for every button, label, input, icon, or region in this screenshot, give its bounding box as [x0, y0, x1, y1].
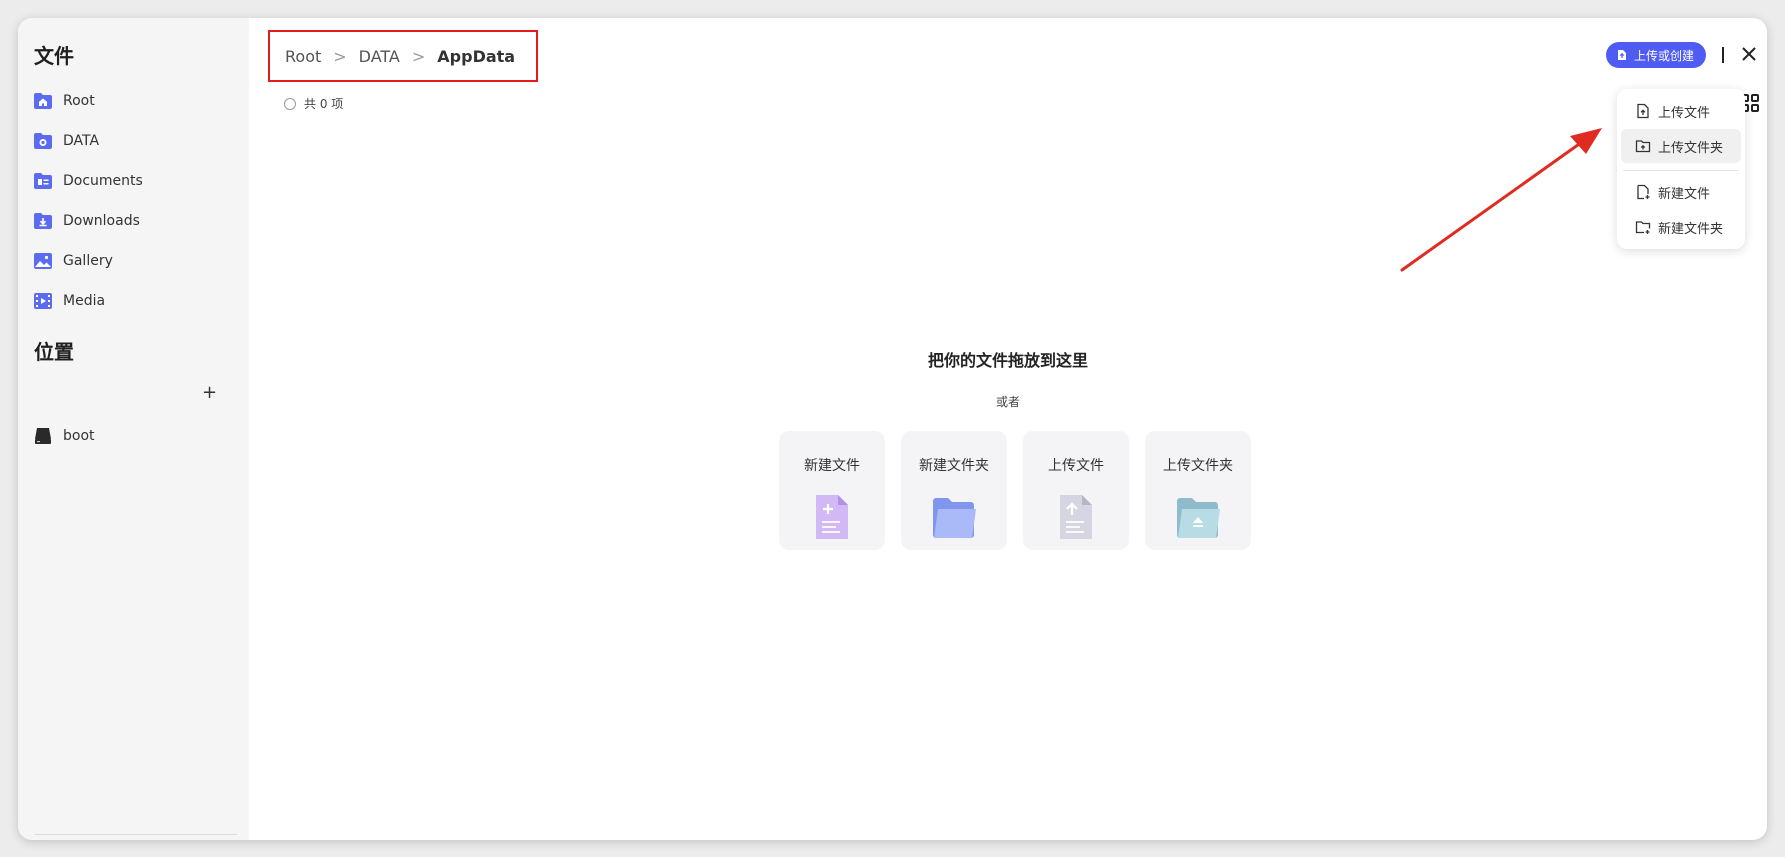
sidebar-item-label: Gallery	[63, 253, 113, 269]
upload-create-menu: 上传文件 上传文件夹 新建文件 新建文件夹	[1617, 89, 1745, 249]
menu-item-new-folder[interactable]: 新建文件夹	[1621, 210, 1741, 244]
new-file-card[interactable]: 新建文件	[779, 431, 885, 550]
drop-zone-or: 或者	[995, 395, 1020, 409]
sidebar-item-label: Downloads	[63, 213, 140, 229]
file-manager-window: 文件 Root DATA Documents Downloads Gallery…	[18, 18, 1767, 840]
empty-state-actions: 新建文件 新建文件夹 上传文件 上传文件夹	[779, 431, 1251, 550]
sidebar: 文件 Root DATA Documents Downloads Gallery…	[18, 18, 249, 840]
breadcrumb-separator: >	[411, 46, 426, 66]
home-folder-icon	[33, 92, 53, 110]
item-count: 共 0 项	[304, 97, 344, 111]
menu-item-upload-folder[interactable]: 上传文件夹	[1621, 129, 1741, 163]
sidebar-item-label: Root	[63, 93, 95, 109]
close-button[interactable]	[1739, 44, 1759, 64]
sidebar-item-gallery[interactable]: Gallery	[33, 245, 113, 277]
breadcrumb-item-appdata: AppData	[437, 46, 516, 66]
menu-item-new-file[interactable]: 新建文件	[1621, 175, 1741, 209]
data-folder-icon	[33, 132, 53, 150]
upload-icon	[1616, 49, 1628, 61]
sidebar-item-downloads[interactable]: Downloads	[33, 205, 140, 237]
new-folder-icon	[930, 493, 978, 541]
select-all-row: 共 0 项	[284, 95, 343, 112]
upload-or-create-label: 上传或创建	[1633, 48, 1694, 63]
drop-zone-title: 把你的文件拖放到这里	[927, 351, 1088, 370]
upload-file-icon	[1635, 103, 1651, 119]
upload-file-card[interactable]: 上传文件	[1023, 431, 1129, 550]
toolbar-divider	[1722, 47, 1724, 63]
downloads-folder-icon	[33, 212, 53, 230]
locations-heading: 位置	[34, 340, 74, 364]
documents-folder-icon	[33, 172, 53, 190]
sidebar-item-label: DATA	[63, 133, 100, 149]
media-icon	[33, 292, 53, 310]
menu-divider	[1623, 170, 1739, 171]
new-folder-icon	[1635, 219, 1651, 235]
sidebar-item-label: Documents	[63, 173, 143, 189]
menu-item-label: 新建文件夹	[1658, 221, 1724, 237]
card-label: 新建文件	[804, 458, 860, 474]
menu-item-label: 上传文件夹	[1658, 140, 1724, 156]
card-label: 上传文件夹	[1163, 458, 1233, 474]
breadcrumb: Root > DATA > AppData	[268, 30, 538, 82]
close-icon	[1742, 47, 1756, 61]
menu-item-upload-file[interactable]: 上传文件	[1621, 94, 1741, 128]
upload-or-create-button[interactable]: 上传或创建	[1605, 42, 1706, 68]
files-heading: 文件	[34, 44, 74, 68]
upload-folder-icon	[1174, 493, 1222, 541]
sidebar-divider	[34, 834, 237, 835]
breadcrumb-item-root[interactable]: Root	[285, 47, 321, 66]
breadcrumb-separator: >	[333, 46, 347, 66]
new-file-icon	[1635, 184, 1651, 200]
sidebar-item-root[interactable]: Root	[33, 85, 95, 117]
gallery-icon	[33, 252, 53, 270]
sidebar-item-label: Media	[63, 293, 106, 309]
upload-folder-card[interactable]: 上传文件夹	[1145, 431, 1251, 550]
upload-file-icon	[1052, 493, 1100, 541]
breadcrumb-item-data[interactable]: DATA	[359, 47, 400, 66]
upload-folder-icon	[1635, 138, 1651, 154]
sidebar-item-documents[interactable]: Documents	[33, 165, 143, 197]
add-location-button[interactable]: +	[202, 384, 217, 402]
sidebar-item-label: boot	[63, 428, 95, 444]
new-file-icon	[808, 493, 856, 541]
main-panel: Root > DATA > AppData 共 0 项 把你的文件拖放到这里 或…	[249, 18, 1767, 840]
menu-item-label: 上传文件	[1658, 105, 1711, 121]
menu-item-label: 新建文件	[1658, 186, 1711, 202]
select-all-radio[interactable]	[284, 97, 296, 110]
card-label: 新建文件夹	[919, 458, 989, 474]
sidebar-item-media[interactable]: Media	[33, 285, 105, 317]
card-label: 上传文件	[1048, 458, 1104, 474]
sidebar-item-data[interactable]: DATA	[33, 125, 99, 157]
drive-icon	[33, 427, 53, 445]
new-folder-card[interactable]: 新建文件夹	[901, 431, 1007, 550]
sidebar-item-boot[interactable]: boot	[33, 420, 95, 452]
